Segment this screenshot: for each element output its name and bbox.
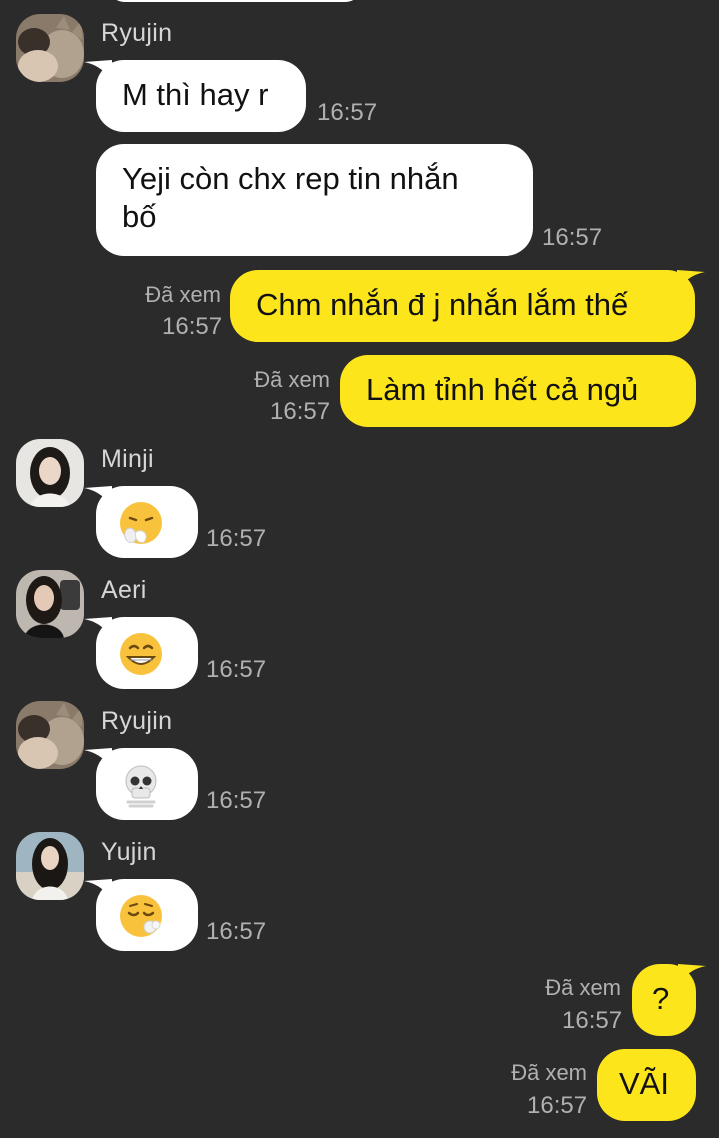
- read-receipt: Đã xem: [145, 282, 221, 307]
- aeri-avatar[interactable]: [16, 570, 84, 638]
- message-text: Chm nhắn đ j nhắn lắm thế: [256, 287, 629, 322]
- message-bubble[interactable]: [84, 486, 198, 558]
- grinning-face-emoji: [120, 633, 162, 675]
- portrait-photo-icon: [16, 832, 84, 900]
- cat-photo-icon: [16, 701, 84, 769]
- message-time: 16:57: [206, 787, 267, 814]
- sender-name: Minji: [101, 445, 154, 473]
- cat-photo-icon: [16, 14, 84, 82]
- read-receipt: Đã xem: [511, 1060, 587, 1085]
- sender-name: Yujin: [101, 838, 157, 866]
- message-bubble[interactable]: Yeji còn chx rep tin nhắn bố: [96, 144, 533, 256]
- previous-message-bubble-edge: [110, 0, 360, 2]
- message-bubble[interactable]: ?: [632, 964, 706, 1036]
- message-text: VÃI: [619, 1066, 669, 1101]
- message-time: 16:57: [206, 918, 267, 945]
- message-time: 16:57: [162, 313, 223, 340]
- message-bubble[interactable]: [84, 879, 198, 951]
- bubble-tail: [84, 879, 112, 899]
- message-bubble[interactable]: [84, 617, 198, 689]
- message-time: 16:57: [206, 656, 267, 683]
- message-time: 16:57: [562, 1007, 623, 1034]
- ryujin-avatar[interactable]: [16, 701, 84, 769]
- message-time: 16:57: [317, 99, 378, 126]
- skull-emoji: [125, 765, 157, 808]
- bubble-tail: [84, 60, 112, 80]
- minji-avatar[interactable]: [16, 439, 84, 507]
- message-bubble[interactable]: M thì hay r: [84, 60, 306, 132]
- message-bubble[interactable]: Làm tỉnh hết cả ngủ: [340, 355, 696, 427]
- bubble-tail: [84, 748, 112, 768]
- message-time: 16:57: [206, 525, 267, 552]
- message-text: M thì hay r: [122, 77, 269, 112]
- ryujin-avatar[interactable]: [16, 14, 84, 82]
- message-time: 16:57: [527, 1092, 588, 1119]
- portrait-photo-icon: [16, 570, 84, 638]
- message-text: ?: [652, 981, 670, 1016]
- message-bubble[interactable]: [84, 748, 198, 820]
- message-time: 16:57: [542, 224, 603, 251]
- message-bubble[interactable]: Chm nhắn đ j nhắn lắm thế: [230, 270, 705, 342]
- message-time: 16:57: [270, 398, 331, 425]
- bubble-tail: [84, 617, 112, 637]
- bubble-tail: [678, 964, 706, 984]
- face-exhaling-emoji: [120, 895, 162, 937]
- message-text: Làm tỉnh hết cả ngủ: [366, 372, 639, 407]
- sender-name: Ryujin: [101, 19, 173, 47]
- sender-name: Aeri: [101, 576, 147, 604]
- read-receipt: Đã xem: [545, 975, 621, 1000]
- message-bubble[interactable]: VÃI: [597, 1049, 696, 1121]
- bubble-tail: [677, 270, 705, 290]
- portrait-photo-icon: [16, 439, 84, 507]
- sneezing-face-emoji: [120, 502, 162, 544]
- read-receipt: Đã xem: [254, 367, 330, 392]
- message-text: Yeji còn chx rep tin nhắn bố: [122, 161, 459, 234]
- bubble-tail: [84, 486, 112, 506]
- yujin-avatar[interactable]: [16, 832, 84, 900]
- sender-name: Ryujin: [101, 707, 173, 735]
